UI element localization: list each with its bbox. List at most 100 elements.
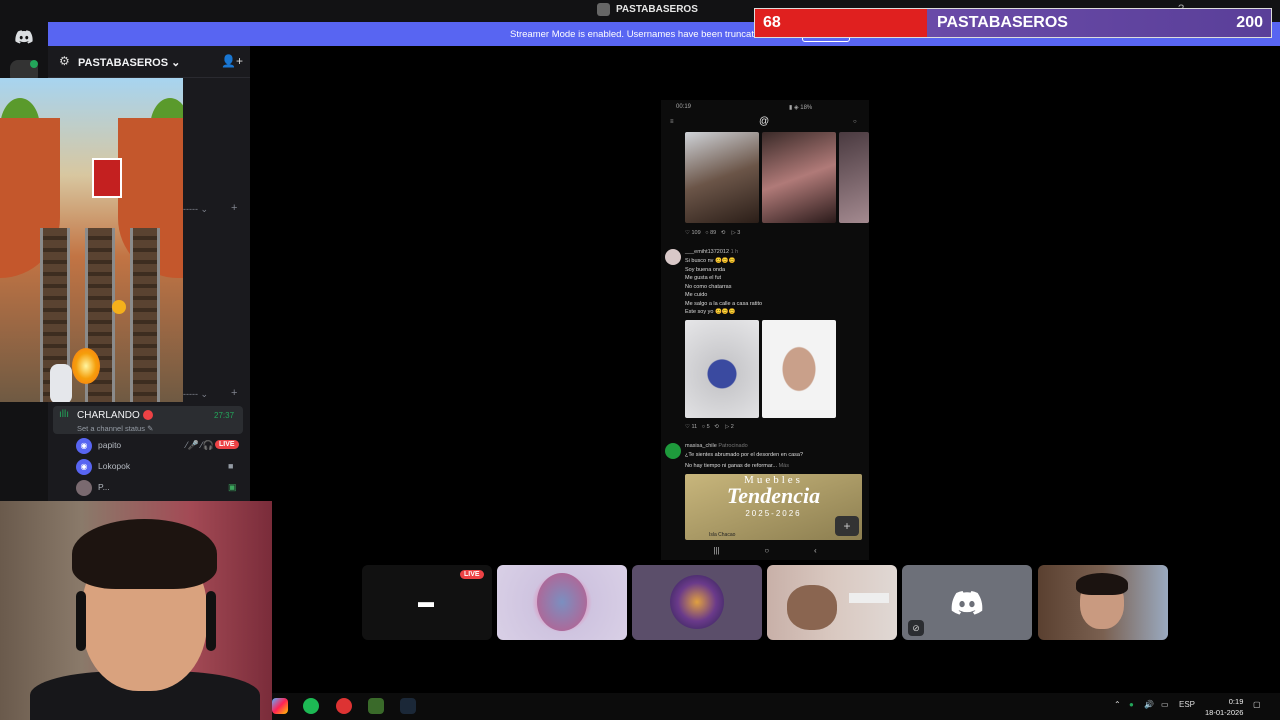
jetpack-flame [72, 348, 100, 384]
post-image-2 [762, 132, 836, 223]
post-header: ___emiht1372012 1 h [685, 249, 738, 255]
deafened-icon: ⁄🎧 [201, 440, 214, 450]
home-icon: ○ [764, 546, 770, 555]
ad-user: masisa_chile [685, 443, 717, 449]
screen-share-icon: ▬ [418, 594, 434, 611]
discord-home-icon[interactable] [14, 30, 34, 46]
server-name: PASTABASEROS ⌄ [78, 56, 180, 69]
ad-more: Más [778, 463, 789, 469]
add-channel-icon[interactable]: + [231, 202, 237, 214]
avatar-3 [665, 443, 681, 459]
score-overlay: 68 PASTABASEROS 200 [754, 8, 1272, 38]
train [92, 158, 122, 198]
participant-tile-4[interactable] [767, 565, 897, 640]
add-channel-icon-2[interactable]: + [231, 387, 237, 399]
recording-dot-icon [143, 410, 153, 420]
avatar-2: ◉ [76, 459, 92, 475]
compose-icon: + [835, 516, 859, 536]
game-overlay [0, 78, 183, 402]
channel-status[interactable]: Set a channel status ✎ [77, 424, 153, 433]
network-icon[interactable]: ▭ [1161, 700, 1169, 709]
webcam-hair-2 [1076, 573, 1128, 595]
copilot-icon[interactable] [272, 698, 288, 714]
participant-tile-6[interactable] [1038, 565, 1168, 640]
screen-share-phone[interactable]: 00:19 ▮ ◈ 18% ≡ @ ○ ♡ 109 ○ 89 ⟲ ▷ 3 ___… [661, 100, 869, 560]
post-line: No como chatarras [685, 283, 732, 290]
share-count: 3 [737, 230, 741, 236]
headphone-right [206, 591, 216, 651]
category-chevron-icon-2: ----- ⌄ [183, 389, 209, 399]
window-title: PASTABASEROS [597, 3, 698, 16]
post-line: Me salgo a la calle a casa ratito [685, 300, 763, 307]
menu-icon: ≡ [670, 119, 674, 125]
category-header[interactable]: ----- ⌄ + [183, 202, 237, 214]
voice-user[interactable]: ◉ papito ⁄🎤 ⁄🎧 LIVE [76, 437, 246, 455]
ad-line: ¿Te sientes abrumado por el desorden en … [685, 452, 804, 458]
live-badge: LIVE [215, 440, 239, 449]
camera-icon: ■ [228, 461, 234, 471]
voice-user-name-2: Lokopok [98, 461, 131, 471]
ad-image: Muebles Tendencia 2025-2026 Isla Chacao … [685, 474, 862, 540]
post-text: Si busco nv 😊😊😊 Soy buena onda Me gusta … [685, 257, 762, 317]
app-tray-icon[interactable]: ● [1129, 700, 1134, 709]
voice-channel[interactable]: ıllı CHARLANDO 27:37 Set a channel statu… [53, 406, 243, 434]
score-team-name: PASTABASEROS [937, 14, 1068, 31]
clock-date: 18-01-2026 [1205, 708, 1244, 717]
score-left-value: 68 [763, 14, 781, 31]
ad-line-2: No hay tiempo ni ganas de reformar... Má… [685, 462, 789, 471]
server-icon [597, 3, 610, 16]
ad-tag: Patrocinado [718, 443, 748, 449]
rail-track-right [130, 228, 160, 402]
post-line: Me cuido [685, 292, 708, 298]
participant-tile-2[interactable] [497, 565, 627, 640]
participant-tile-5[interactable]: ⊘ [902, 565, 1032, 640]
clock[interactable]: 0:19 18-01-2026 [1205, 696, 1243, 718]
voice-user-2[interactable]: ◉ Lokopok ■ [76, 458, 246, 476]
voice-user-3[interactable]: P... ▣ [76, 479, 246, 497]
webcam-hair [72, 519, 217, 589]
notification-icon[interactable]: ▢ [1253, 700, 1261, 709]
avatar [665, 249, 681, 265]
language-indicator[interactable]: ESP [1179, 700, 1195, 709]
phone-nav-bar: ||| ○ ‹ [661, 543, 869, 560]
avatar: ◉ [76, 438, 92, 454]
coin-icon [112, 300, 126, 314]
streamer-mode-text: Streamer Mode is enabled. Usernames have… [510, 29, 768, 40]
threads-logo-icon: @ [759, 116, 770, 127]
score-right-value: 200 [1236, 14, 1263, 31]
video-off-icon: ⊘ [908, 620, 924, 636]
score-right: PASTABASEROS 200 [927, 9, 1271, 37]
chevron-up-icon[interactable]: ⌃ [1114, 700, 1121, 709]
channel-status-text: Set a channel status [77, 424, 145, 433]
spotify-icon[interactable] [303, 698, 319, 714]
post-time: 1 h [730, 249, 739, 255]
post-line: Si busco nv 😊😊😊 [685, 258, 736, 264]
participant-tile-3[interactable] [632, 565, 762, 640]
recents-icon: ||| [713, 546, 720, 555]
share-count-2: 2 [730, 424, 734, 430]
minecraft-icon[interactable] [368, 698, 384, 714]
server-header[interactable]: ⚙ PASTABASEROS ⌄ 👤+ [48, 46, 250, 78]
live-badge: LIVE [460, 570, 484, 579]
participant-tile[interactable]: LIVE ▬ [362, 565, 492, 640]
activity-icon: ▣ [228, 482, 237, 492]
like-count: 109 [691, 230, 701, 236]
pencil-icon: ✎ [147, 424, 154, 433]
obs-icon[interactable] [336, 698, 352, 714]
category-header-2[interactable]: ----- ⌄ + [183, 387, 237, 399]
runner-character [50, 364, 72, 402]
clock-time: 0:19 [1228, 697, 1244, 706]
steam-icon[interactable] [400, 698, 416, 714]
webcam-overlay [0, 501, 272, 720]
avatar [537, 573, 587, 631]
post-photo-2 [762, 320, 836, 418]
chevron-down-icon: ⌄ [171, 57, 181, 69]
volume-icon[interactable]: 🔊 [1144, 700, 1154, 709]
avatar-2 [670, 575, 724, 629]
post-user: ___emiht1372012 [685, 249, 730, 255]
post-photo [685, 320, 759, 418]
server-name-text: PASTABASEROS [78, 57, 169, 69]
muted-icon: ⁄🎤 [186, 440, 199, 450]
add-member-icon[interactable]: 👤+ [221, 54, 243, 68]
taskbar: ⌃ ● 🔊 ▭ ESP 0:19 18-01-2026 ▢ [272, 693, 1280, 720]
